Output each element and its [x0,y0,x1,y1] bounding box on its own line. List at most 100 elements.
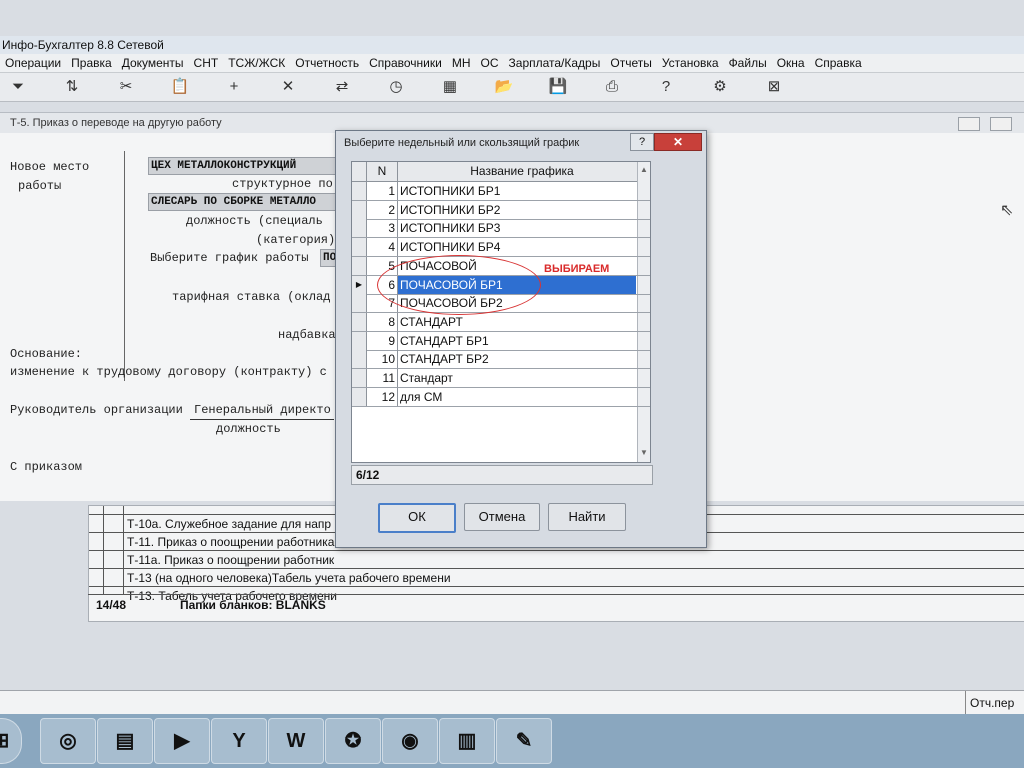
menu-item[interactable]: Правка [66,54,117,72]
head-underline [190,419,334,420]
row-name: СТАНДАРТ [400,314,463,329]
label-order: С приказом [10,460,83,474]
folder-icon[interactable]: 📂 [494,77,514,97]
paste-icon[interactable]: 📋 [170,77,190,97]
menu-item[interactable]: Операции [0,54,66,72]
replace-icon[interactable]: ⇄ [332,77,352,97]
schedule-row[interactable]: 2 ИСТОПНИКИ БР2 [352,200,650,220]
row-indicator [352,369,367,387]
antivirus-icon[interactable]: ✪ [325,718,381,764]
row-name: ИСТОПНИКИ БР2 [400,202,501,217]
row-indicator [352,331,367,350]
schedule-row[interactable]: 9 СТАНДАРТ БР1 [352,331,650,351]
filter-icon[interactable]: ⏷ [8,77,28,97]
row-number: 8 [367,312,398,331]
column-name[interactable]: Название графика [397,162,647,181]
row-name: Стандарт [400,371,453,385]
schedule-row[interactable]: 8 СТАНДАРТ [352,312,650,332]
row-name: ИСТОПНИКИ БР1 [400,184,501,198]
menu-item[interactable]: МН [447,54,476,72]
mouse-cursor-icon: ⇖ [1000,202,1014,219]
label-bonus: надбавка [278,328,336,342]
disk-icon[interactable]: ◉ [382,718,438,764]
windows-icon[interactable]: ⊞ [0,718,22,764]
schedule-row[interactable]: 12 для СМ [352,387,650,407]
row-indicator [352,200,367,219]
label-basis-text: изменение к трудовому договору (контракт… [10,365,327,379]
scroll-up-icon[interactable]: ▲ [638,164,650,176]
label-head: Руководитель организации [10,403,183,417]
add-icon[interactable]: + [224,77,244,97]
minimize-button[interactable] [958,117,980,131]
toolbar: ⏷ ⇅ ✂ 📋 + ✕ ⇄ ◷ ▦ 📂 💾 ⎙? ⚙ ⊠ [0,73,1024,102]
find-button[interactable]: Найти [548,503,626,531]
paint-icon[interactable]: ✎ [496,718,552,764]
row-indicator [352,182,367,200]
row-indicator [352,387,367,406]
yandex-browser-icon[interactable]: Y [211,718,267,764]
menu-item[interactable]: Документы [117,54,189,72]
department-field[interactable]: ЦЕХ МЕТАЛЛОКОНСТРУКЦИЙ [148,157,338,175]
row-indicator [352,238,367,257]
help-button[interactable]: ? [630,133,654,151]
schedule-row[interactable]: 3 ИСТОПНИКИ БР3 [352,219,650,239]
menu-item[interactable]: СНТ [189,54,224,72]
menu-item[interactable]: Справочники [364,54,447,72]
label-structural: структурное по [232,177,333,191]
dialog-title: Выберите недельный или скользящий график [344,137,580,149]
word-icon[interactable]: W [268,718,324,764]
row-number: 1 [367,182,398,200]
head-field[interactable]: Генеральный директо [194,403,331,417]
menu-item[interactable]: Отчетность [290,54,364,72]
help-icon[interactable]: ? [656,77,676,97]
cancel-button[interactable]: Отмена [464,503,540,531]
menu-item[interactable]: ОС [476,54,504,72]
exit-icon[interactable]: ⊠ [764,77,784,97]
menu-item[interactable]: Файлы [724,54,772,72]
label-position: должность (специаль [186,214,323,228]
maximize-button[interactable] [990,117,1012,131]
menu-item[interactable]: Отчеты [605,54,656,72]
schedule-row[interactable]: 1 ИСТОПНИКИ БР1 [352,182,650,201]
accounting-app-icon[interactable]: ▥ [439,718,495,764]
schedule-row[interactable]: 4 ИСТОПНИКИ БР4 [352,238,650,258]
label-basis: Основание: [10,347,83,361]
list-item[interactable]: Т-11. Приказ о поощрении работника [127,533,334,551]
row-indicator [352,294,367,313]
row-indicator [352,256,367,275]
schedule-row[interactable]: 10 СТАНДАРТ БР2 [352,350,650,370]
ok-button[interactable]: ОК [378,503,456,533]
media-icon[interactable]: ▶ [154,718,210,764]
row-number: 11 [367,369,398,387]
position-field[interactable]: СЛЕСАРЬ ПО СБОРКЕ МЕТАЛЛО [148,193,338,211]
row-indicator [352,219,367,238]
divider [124,151,125,381]
list-item[interactable]: Т-10а. Служебное задание для напр [127,515,331,533]
row-indicator [352,350,367,369]
menu-item[interactable]: Справка [810,54,867,72]
column-n[interactable]: N [366,162,398,181]
row-name: ИСТОПНИКИ БР3 [400,221,501,236]
list-item[interactable]: Т-13 (на одного человека)Табель учета ра… [127,569,451,587]
alice-icon[interactable]: ◎ [40,718,96,764]
folder-label: Папки бланков: BLANKS [180,598,326,612]
save-icon[interactable]: 💾 [548,77,568,97]
menu-item[interactable]: Зарплата/Кадры [504,54,606,72]
menu-item[interactable]: Установка [657,54,724,72]
sort-icon[interactable]: ⇅ [62,77,82,97]
file-manager-icon[interactable]: ▤ [97,718,153,764]
scissors-icon[interactable]: ✂ [116,77,136,97]
menu-item[interactable]: ТСЖ/ЖСК [223,54,290,72]
menu-item[interactable]: Окна [772,54,810,72]
label-schedule: Выберите график работы [150,251,309,265]
schedule-row[interactable]: 11 Стандарт [352,369,650,388]
calc-icon[interactable]: ▦ [440,77,460,97]
row-name: для СМ [400,389,443,404]
tools-icon[interactable]: ⚙ [710,77,730,97]
list-item[interactable]: Т-11а. Приказ о поощрении работник [127,551,334,569]
print-icon[interactable]: ⎙ [602,77,622,97]
close-button[interactable]: ✕ [654,133,702,151]
scroll-down-icon[interactable]: ▼ [638,447,650,459]
history-icon[interactable]: ◷ [386,77,406,97]
delete-icon[interactable]: ✕ [278,77,298,97]
